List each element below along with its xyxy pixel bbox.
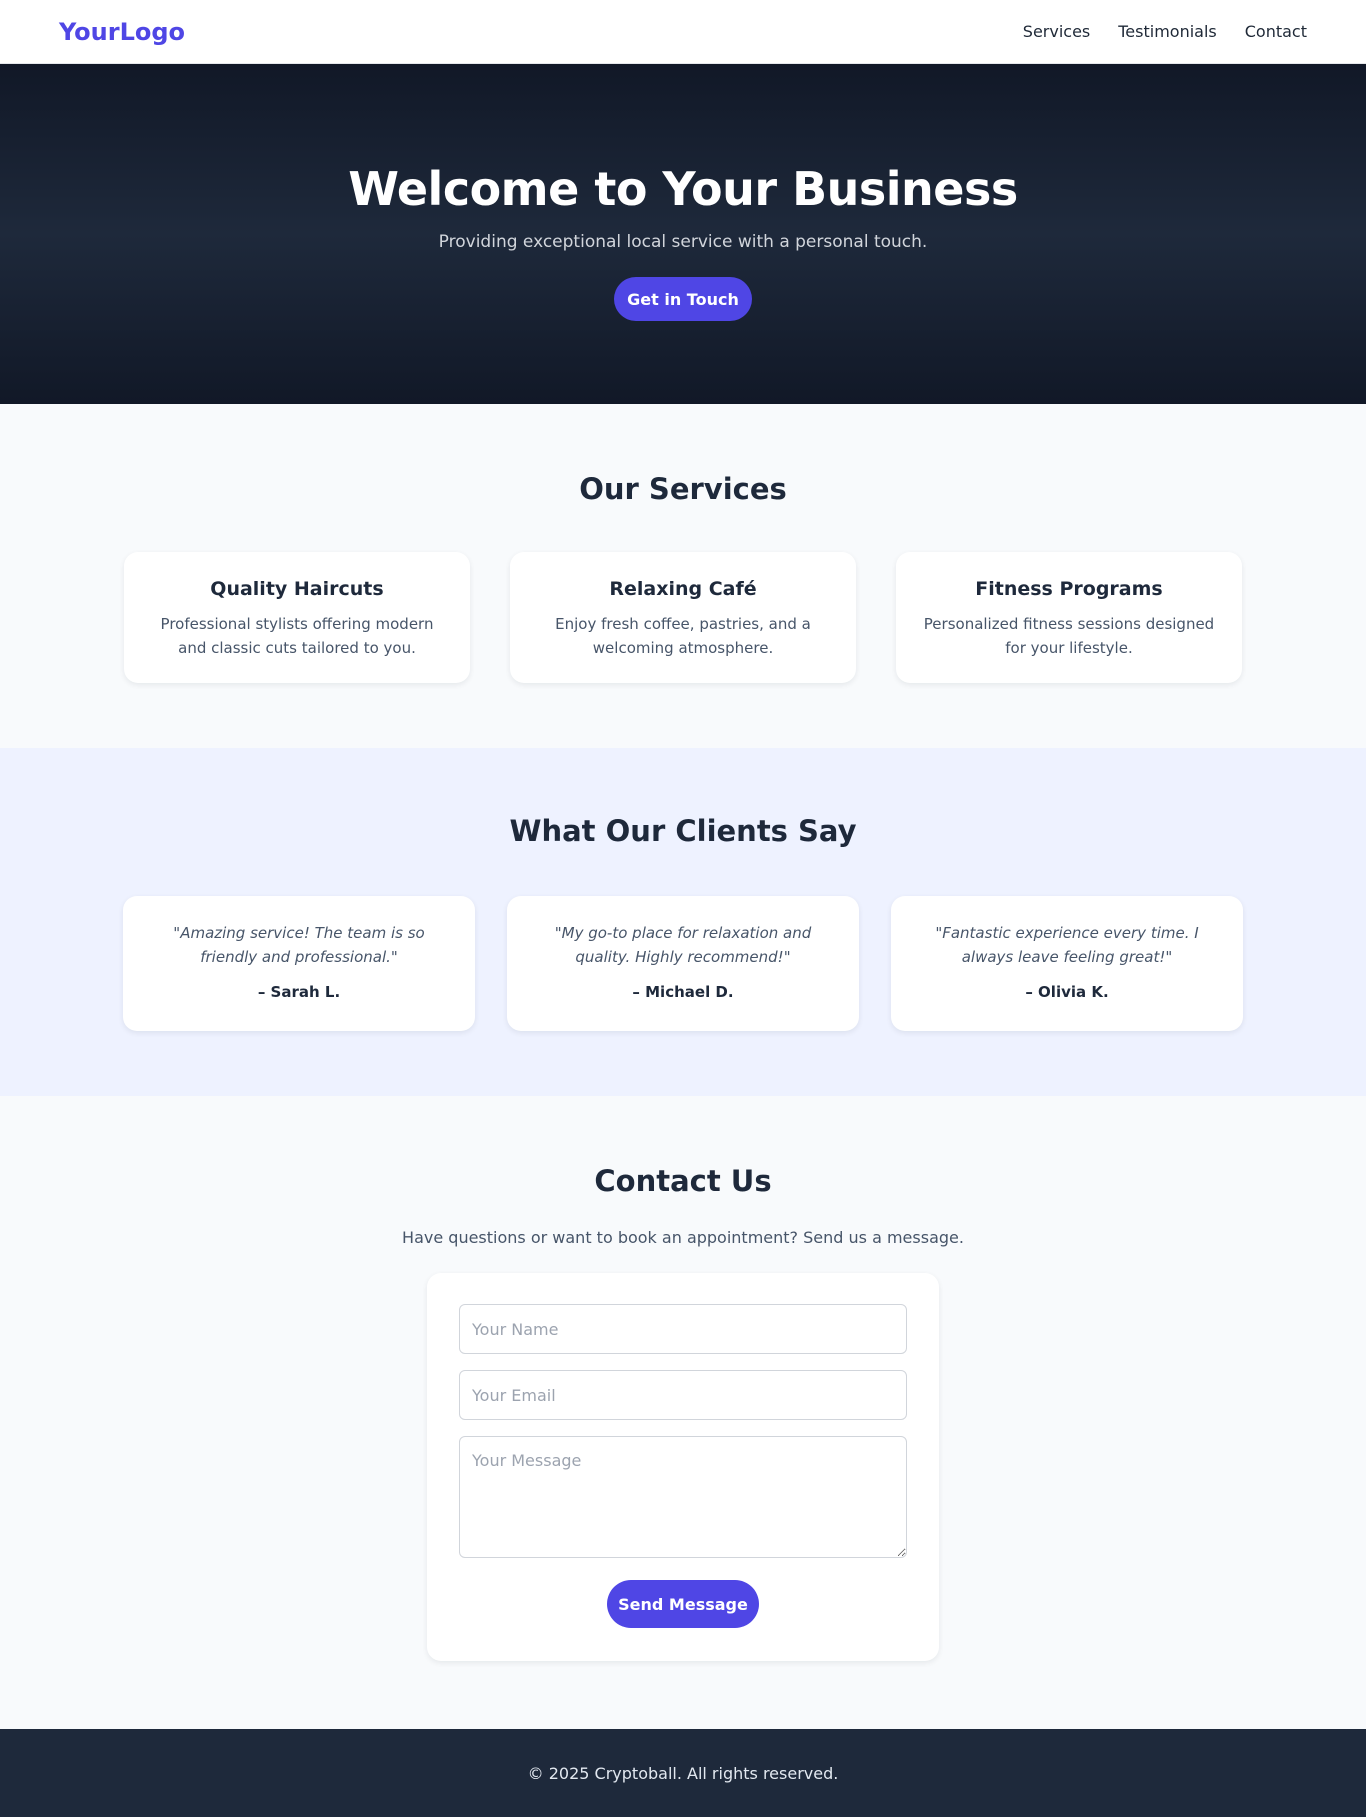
- service-card-desc: Professional stylists offering modern an…: [160, 615, 434, 657]
- testimonial-author: – Olivia K.: [1025, 983, 1109, 1001]
- testimonial-cards: "Amazing service! The team is so friendl…: [0, 896, 1366, 1031]
- main-nav: Services Testimonials Contact: [1023, 22, 1307, 41]
- email-field[interactable]: [459, 1370, 907, 1420]
- services-cards: Quality Haircuts Professional stylists o…: [0, 552, 1366, 683]
- nav-link-contact[interactable]: Contact: [1245, 22, 1307, 41]
- name-field[interactable]: [459, 1304, 907, 1354]
- site-footer: © 2025 Cryptoball. All rights reserved.: [0, 1729, 1366, 1817]
- service-card-haircuts: Quality Haircuts Professional stylists o…: [124, 552, 470, 683]
- service-card-cafe: Relaxing Café Enjoy fresh coffee, pastri…: [510, 552, 856, 683]
- service-card-title: Relaxing Café: [609, 578, 757, 600]
- hero-title: Welcome to Your Business: [348, 162, 1018, 216]
- testimonial-quote: "My go-to place for relaxation and quali…: [554, 924, 812, 966]
- service-card-title: Fitness Programs: [975, 578, 1163, 600]
- send-message-button[interactable]: Send Message: [607, 1580, 759, 1628]
- site-header: YourLogo Services Testimonials Contact: [0, 0, 1366, 64]
- nav-link-services[interactable]: Services: [1023, 22, 1090, 41]
- testimonial-quote: "Fantastic experience every time. I alwa…: [935, 924, 1199, 966]
- service-card-desc: Personalized fitness sessions designed f…: [923, 615, 1215, 657]
- get-in-touch-button[interactable]: Get in Touch: [614, 277, 752, 321]
- service-card-title: Quality Haircuts: [210, 578, 384, 600]
- hero-subtitle: Providing exceptional local service with…: [438, 232, 928, 252]
- hero-section: Welcome to Your Business Providing excep…: [0, 64, 1366, 404]
- testimonials-section: What Our Clients Say "Amazing service! T…: [0, 748, 1366, 1096]
- services-section: Our Services Quality Haircuts Profession…: [0, 404, 1366, 748]
- message-field[interactable]: [459, 1436, 907, 1558]
- services-title: Our Services: [579, 472, 787, 506]
- contact-subtitle: Have questions or want to book an appoin…: [402, 1228, 964, 1247]
- testimonial-author: – Michael D.: [632, 983, 734, 1001]
- testimonial-author: – Sarah L.: [257, 983, 341, 1001]
- contact-form: Send Message: [427, 1273, 939, 1661]
- testimonials-title: What Our Clients Say: [509, 814, 857, 848]
- testimonial-card: "Fantastic experience every time. I alwa…: [891, 896, 1243, 1031]
- contact-section: Contact Us Have questions or want to boo…: [0, 1096, 1366, 1729]
- testimonial-card: "Amazing service! The team is so friendl…: [123, 896, 475, 1031]
- testimonial-card: "My go-to place for relaxation and quali…: [507, 896, 859, 1031]
- nav-link-testimonials[interactable]: Testimonials: [1118, 22, 1217, 41]
- contact-title: Contact Us: [594, 1164, 772, 1198]
- service-card-fitness: Fitness Programs Personalized fitness se…: [896, 552, 1242, 683]
- testimonial-quote: "Amazing service! The team is so friendl…: [173, 924, 425, 966]
- logo[interactable]: YourLogo: [59, 18, 185, 46]
- service-card-desc: Enjoy fresh coffee, pastries, and a welc…: [555, 615, 811, 657]
- footer-copyright: © 2025 Cryptoball. All rights reserved.: [527, 1763, 839, 1783]
